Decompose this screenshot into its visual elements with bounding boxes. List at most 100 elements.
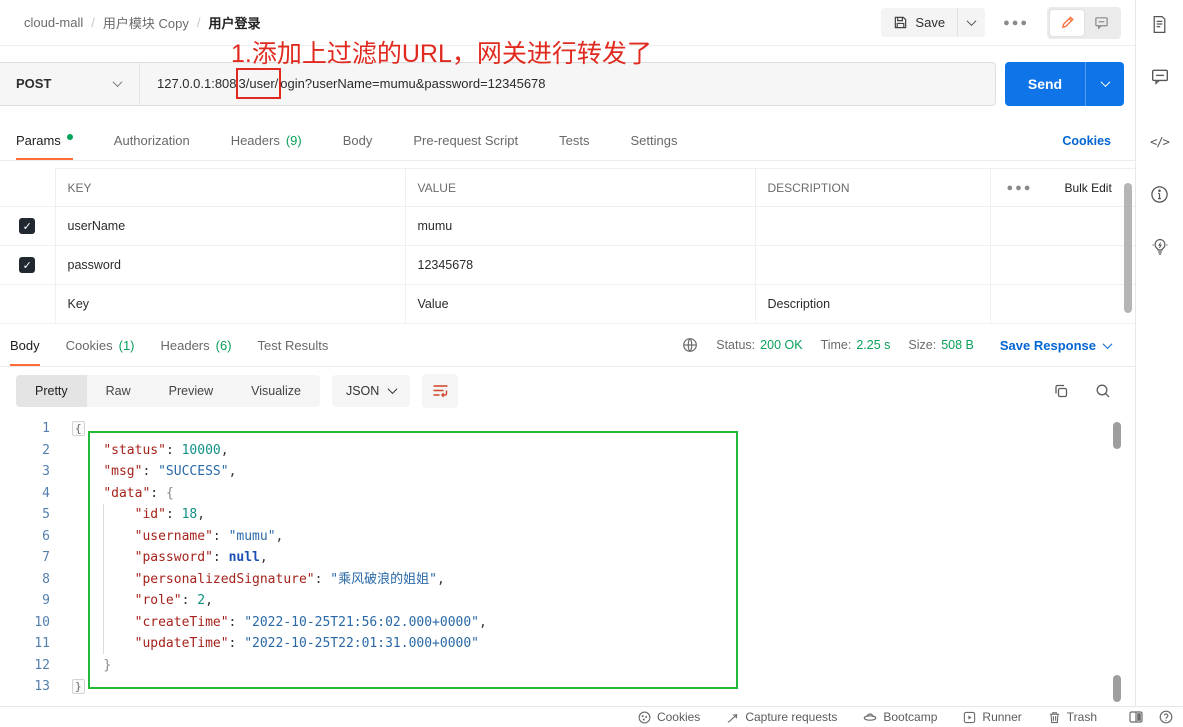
response-body-editor[interactable]: 1{2 "status": 10000, 3 "msg": "SUCCESS", 4… [0, 414, 1135, 707]
comment-mode-button[interactable] [1084, 10, 1118, 36]
params-scrollbar[interactable] [1124, 183, 1132, 313]
tab-authorization[interactable]: Authorization [114, 121, 190, 160]
param-key-cell[interactable]: password [55, 245, 406, 285]
param-description-cell[interactable] [755, 245, 991, 285]
tab-pre-request-script[interactable]: Pre-request Script [413, 121, 518, 160]
runner-button[interactable]: Runner [963, 710, 1022, 724]
two-pane-view-icon[interactable] [1129, 711, 1143, 723]
status-label: Status: [716, 338, 756, 352]
info-icon[interactable] [1148, 182, 1172, 206]
param-description-cell[interactable] [755, 206, 991, 246]
capture-requests-button[interactable]: Capture requests [726, 710, 837, 724]
tab-label: Body [342, 133, 373, 148]
trash-icon [1048, 711, 1061, 724]
tab-settings[interactable]: Settings [630, 121, 677, 160]
globe-icon[interactable] [682, 337, 698, 353]
help-icon[interactable] [1159, 710, 1173, 724]
more-options-button[interactable]: ●●● [999, 13, 1033, 33]
save-button[interactable]: Save [881, 8, 957, 37]
code-lines: 1{2 "status": 10000, 3 "msg": "SUCCESS", 4… [0, 418, 1135, 698]
tab-body[interactable]: Body [343, 121, 373, 160]
bootcamp-button[interactable]: Bootcamp [863, 710, 937, 724]
response-tabs: Body Cookies (1) Headers (6) Test Result… [10, 324, 328, 366]
tab-params[interactable]: Params [16, 121, 73, 160]
cookie-icon [638, 711, 651, 724]
param-value-cell[interactable]: mumu [405, 206, 756, 246]
url-input[interactable]: 127.0.0.1:808 3/user/ogin?userName=mumu&p… [140, 68, 546, 99]
bootcamp-icon [863, 711, 877, 724]
view-tab-raw[interactable]: Raw [87, 375, 150, 407]
code-line: 4 "data": { [0, 483, 1135, 505]
breadcrumb-request-title[interactable]: 用户登录 [208, 13, 260, 32]
view-tab-preview[interactable]: Preview [150, 375, 232, 407]
param-row: ✓ userName mumu [0, 206, 1135, 246]
breadcrumb-collection[interactable]: cloud-mall [24, 15, 83, 30]
send-options-caret[interactable] [1086, 62, 1124, 106]
method-select[interactable]: POST [0, 62, 140, 105]
tab-response-cookies[interactable]: Cookies (1) [66, 324, 135, 366]
tab-tests[interactable]: Tests [559, 121, 589, 160]
time-label: Time: [820, 338, 852, 352]
main-panel: cloud-mall / 用户模块 Copy / 用户登录 Save ●●● 1… [0, 0, 1135, 706]
save-button-label: Save [915, 15, 946, 30]
language-select[interactable]: JSON [331, 374, 411, 407]
save-options-caret[interactable] [957, 8, 985, 37]
response-meta: Status: 200 OK Time: 2.25 s Size: 508 B … [682, 337, 1113, 353]
comments-icon[interactable] [1148, 64, 1172, 88]
documentation-icon[interactable] [1148, 12, 1172, 36]
line-number: 3 [42, 464, 50, 479]
save-response-button[interactable]: Save Response [1000, 338, 1113, 353]
chevron-down-icon [112, 77, 123, 88]
param-checkbox[interactable]: ✓ [19, 257, 36, 273]
param-value-input[interactable]: Value [405, 284, 756, 324]
tab-label: Pre-request Script [413, 133, 519, 148]
line-number: 9 [42, 593, 50, 608]
tab-response-headers[interactable]: Headers (6) [161, 324, 232, 366]
cookies-link[interactable]: Cookies [1062, 134, 1111, 148]
code-line: 2 "status": 10000, [0, 440, 1135, 462]
param-description-input[interactable]: Description [755, 284, 991, 324]
editor-scrollbar-thumb[interactable] [1113, 675, 1121, 702]
column-header-key: KEY [55, 168, 406, 207]
params-more-options[interactable]: ●●● [1003, 178, 1037, 198]
search-icon[interactable] [1095, 383, 1111, 399]
tab-response-body[interactable]: Body [10, 324, 40, 366]
line-number: 6 [42, 528, 50, 544]
tab-count: (9) [285, 133, 302, 148]
bottom-item-label: Cookies [656, 710, 701, 724]
bulk-edit-button[interactable]: Bulk Edit [1064, 181, 1111, 195]
param-key-cell[interactable]: userName [55, 206, 406, 246]
code-line: 9 "role": 2, [0, 590, 1135, 612]
param-checkbox[interactable]: ✓ [19, 218, 36, 234]
code-line: 7 "password": null, [0, 547, 1135, 569]
tab-label: Tests [559, 133, 590, 148]
copy-icon[interactable] [1053, 383, 1069, 399]
tab-test-results[interactable]: Test Results [258, 324, 329, 366]
breadcrumb-folder[interactable]: 用户模块 Copy [103, 13, 189, 32]
cookies-manager-button[interactable]: Cookies [638, 710, 700, 724]
view-mode-switcher: Pretty Raw Preview Visualize [16, 374, 320, 407]
url-part-after: ogin?userName=mumu&password=12345678 [280, 76, 546, 91]
param-key-input[interactable]: Key [55, 284, 406, 324]
code-line: 3 "msg": "SUCCESS", [0, 461, 1135, 483]
wrap-text-icon [432, 383, 449, 398]
send-button[interactable]: Send [1005, 61, 1086, 106]
bottom-item-label: Trash [1066, 710, 1097, 724]
edit-mode-button[interactable] [1050, 9, 1084, 36]
status-indicator: Status: 200 OK [716, 338, 802, 352]
wrap-text-button[interactable] [422, 373, 459, 408]
param-value-cell[interactable]: 12345678 [405, 245, 756, 285]
status-value: 200 OK [760, 338, 803, 352]
method-label: POST [16, 76, 52, 91]
chevron-down-icon [966, 16, 977, 27]
tab-label: Settings [630, 133, 678, 148]
editor-scrollbar-thumb[interactable] [1113, 422, 1121, 449]
bottom-item-label: Bootcamp [883, 710, 938, 724]
tab-headers[interactable]: Headers (9) [231, 121, 302, 160]
code-snippet-icon[interactable]: </> [1148, 130, 1172, 154]
line-number: 5 [42, 507, 50, 522]
view-tab-pretty[interactable]: Pretty [16, 374, 87, 407]
lightbulb-icon[interactable] [1148, 234, 1172, 258]
view-tab-visualize[interactable]: Visualize [232, 375, 320, 407]
trash-button[interactable]: Trash [1048, 710, 1097, 724]
